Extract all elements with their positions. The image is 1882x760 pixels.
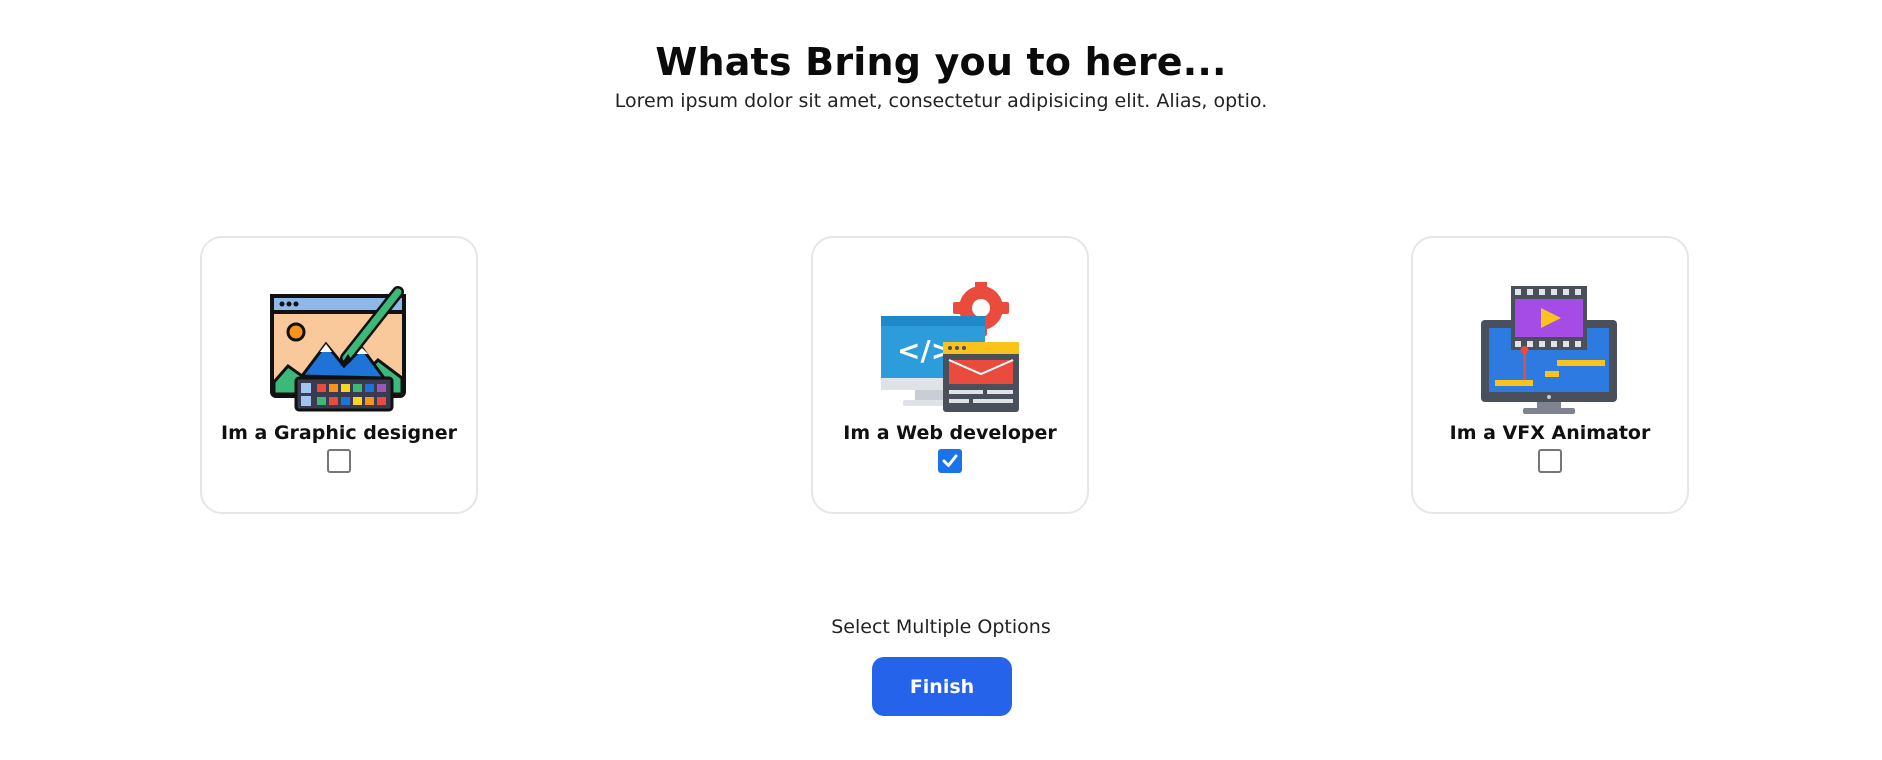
checkbox-graphic-designer[interactable] [327,449,351,473]
option-label-vfx-animator: Im a VFX Animator [1449,422,1651,444]
option-card-vfx-animator[interactable]: Im a VFX Animator [1411,236,1689,514]
checkbox-vfx-animator[interactable] [1538,449,1562,473]
option-label-web-developer: Im a Web developer [843,422,1057,444]
option-card-web-developer[interactable]: </> Im a Web developer [811,236,1089,514]
checkbox-web-developer[interactable] [938,449,962,473]
page-title: Whats Bring you to here... [655,40,1227,84]
finish-button[interactable]: Finish [872,657,1012,716]
vfx-animation-icon [1479,282,1623,414]
option-card-graphic-designer[interactable]: Im a Graphic designer [200,236,478,514]
option-label-graphic-designer: Im a Graphic designer [221,422,457,444]
page-subtitle: Lorem ipsum dolor sit amet, consectetur … [614,90,1268,112]
graphic-design-icon [268,282,412,414]
web-development-icon: </> [879,280,1023,414]
select-multiple-hint: Select Multiple Options [831,616,1051,638]
